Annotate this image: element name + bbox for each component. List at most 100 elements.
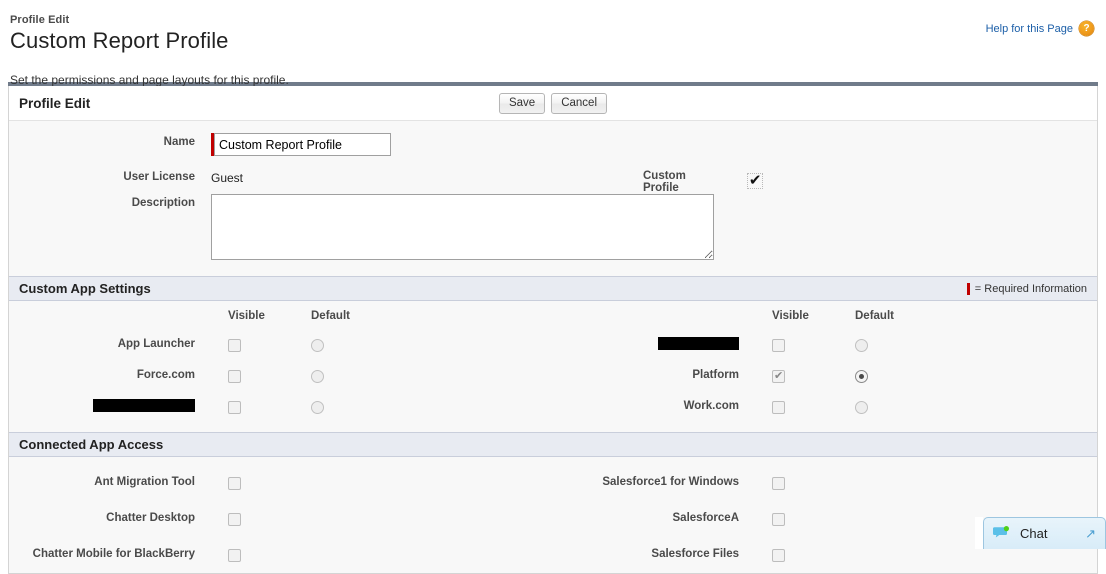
- panel-action-buttons: Save Cancel: [498, 92, 608, 114]
- app-visible-checkbox[interactable]: [228, 369, 241, 383]
- app-label-redacted: [9, 399, 211, 413]
- app-visible-checkbox[interactable]: [772, 369, 785, 383]
- cancel-button[interactable]: Cancel: [551, 92, 608, 114]
- app-visible-checkbox[interactable]: [228, 400, 241, 414]
- connected-app-label: Salesforce1 for Windows: [602, 475, 739, 488]
- right-col-spacer: [553, 310, 755, 322]
- breadcrumb: Profile Edit: [10, 14, 70, 26]
- app-visible-checkbox[interactable]: [772, 400, 785, 414]
- app-label: Platform: [692, 369, 739, 382]
- connected-app-checkbox-cell: [755, 512, 837, 527]
- app-default-radio[interactable]: [855, 338, 868, 352]
- required-legend-bar-icon: [966, 282, 970, 295]
- app-settings-row: App Launcher: [9, 329, 1097, 360]
- connected-app-checkbox-cell: [211, 548, 293, 563]
- user-license-value-wrapper: Guest Custom Profile ✔: [211, 168, 764, 194]
- app-default-cell: [837, 337, 919, 352]
- app-default-radio[interactable]: [855, 400, 868, 414]
- left-visible-header: Visible: [228, 310, 265, 322]
- connected-app-row: Chatter Mobile for BlackBerry Salesforce…: [9, 537, 1097, 573]
- left-default-header: Default: [311, 310, 350, 322]
- connected-app-label: Chatter Desktop: [106, 511, 195, 524]
- connected-app-checkbox[interactable]: [772, 549, 785, 563]
- app-label-redacted: [553, 337, 755, 351]
- user-license-row: User License Guest Custom Profile ✔: [9, 168, 1097, 194]
- app-default-radio[interactable]: [855, 369, 868, 383]
- app-label: Work.com: [683, 400, 739, 413]
- chat-widget-backdrop: [975, 517, 983, 549]
- description-row: Description: [9, 194, 1097, 263]
- name-row: Name: [9, 133, 1097, 159]
- connected-app-checkbox[interactable]: [228, 513, 241, 527]
- description-field-wrapper: [211, 194, 714, 263]
- connected-app-access-body: Ant Migration Tool Salesforce1 for Windo…: [9, 457, 1097, 573]
- user-license-label: User License: [123, 171, 195, 183]
- chat-label: Chat: [1020, 526, 1048, 541]
- page-description: Set the permissions and page layouts for…: [10, 73, 289, 87]
- app-visible-checkbox[interactable]: [772, 338, 785, 352]
- connected-app-row: Chatter Desktop SalesforceA: [9, 501, 1097, 537]
- connected-app-checkbox-cell: [755, 548, 837, 563]
- connected-app-row: Ant Migration Tool Salesforce1 for Windo…: [9, 465, 1097, 501]
- description-label: Description: [131, 197, 195, 209]
- chat-expand-icon[interactable]: ↗: [1085, 527, 1096, 540]
- custom-app-settings-body: Visible Default Visible Default App Laun…: [9, 301, 1097, 432]
- right-visible-header: Visible: [772, 310, 809, 322]
- panel-header: Profile Edit Save Cancel: [9, 86, 1097, 121]
- app-default-cell: [293, 368, 375, 383]
- connected-app-checkbox[interactable]: [772, 477, 785, 491]
- left-col-spacer: [9, 310, 211, 322]
- profile-edit-panel: Profile Edit Save Cancel Name User Licen…: [8, 86, 1098, 574]
- custom-app-settings-title: Custom App Settings: [19, 281, 151, 296]
- description-textarea[interactable]: [211, 194, 714, 260]
- chat-bubble-icon: [993, 526, 1011, 541]
- help-link-label: Help for this Page: [985, 22, 1073, 35]
- custom-app-settings-header: Custom App Settings = Required Informati…: [9, 276, 1097, 301]
- connected-app-label: SalesforceA: [672, 511, 739, 524]
- app-visible-checkbox[interactable]: [228, 338, 241, 352]
- chat-widget[interactable]: Chat ↗: [983, 517, 1106, 549]
- profile-form: Name User License Guest Custom Profile ✔…: [9, 121, 1097, 276]
- app-visible-cell: [211, 368, 293, 383]
- required-information-legend: = Required Information: [966, 282, 1087, 295]
- connected-app-checkbox-cell: [211, 476, 293, 491]
- connected-app-checkbox[interactable]: [228, 477, 241, 491]
- connected-app-access-header: Connected App Access: [9, 432, 1097, 457]
- app-visible-cell: [755, 368, 837, 383]
- connected-app-access-title: Connected App Access: [19, 437, 164, 452]
- app-default-cell: [293, 337, 375, 352]
- app-default-cell: [837, 399, 919, 414]
- redacted-text-bar: [93, 399, 195, 413]
- connected-app-checkbox[interactable]: [772, 513, 785, 527]
- name-field-wrapper: [211, 133, 391, 159]
- app-default-radio[interactable]: [311, 338, 324, 352]
- redacted-text-bar: [658, 337, 739, 351]
- connected-app-label: Chatter Mobile for BlackBerry: [32, 547, 195, 560]
- panel-title: Profile Edit: [19, 95, 91, 111]
- connected-app-checkbox-cell: [755, 476, 837, 491]
- custom-profile-checkmark-icon: ✔: [746, 172, 764, 189]
- help-question-icon: ?: [1079, 21, 1094, 36]
- user-license-value: Guest: [211, 171, 244, 185]
- help-for-this-page-link[interactable]: Help for this Page ?: [986, 21, 1094, 36]
- app-visible-cell: [211, 399, 293, 414]
- page-header: Profile Edit Custom Report Profile Set t…: [0, 0, 1106, 87]
- app-column-headers: Visible Default Visible Default: [9, 310, 1097, 329]
- save-button[interactable]: Save: [498, 92, 546, 114]
- app-default-cell: [837, 368, 919, 383]
- page-title: Custom Report Profile: [10, 28, 229, 53]
- connected-app-label: Salesforce Files: [651, 547, 739, 560]
- app-default-cell: [293, 399, 375, 414]
- app-default-radio[interactable]: [311, 400, 324, 414]
- app-visible-cell: [755, 399, 837, 414]
- app-visible-cell: [755, 337, 837, 352]
- name-label: Name: [163, 136, 195, 148]
- required-legend-label: = Required Information: [974, 282, 1087, 295]
- app-settings-row: Work.com: [9, 391, 1097, 422]
- app-visible-cell: [211, 337, 293, 352]
- right-default-header: Default: [855, 310, 894, 322]
- connected-app-checkbox[interactable]: [228, 549, 241, 563]
- name-input[interactable]: [214, 133, 391, 156]
- app-label: App Launcher: [117, 338, 195, 351]
- app-default-radio[interactable]: [311, 369, 324, 383]
